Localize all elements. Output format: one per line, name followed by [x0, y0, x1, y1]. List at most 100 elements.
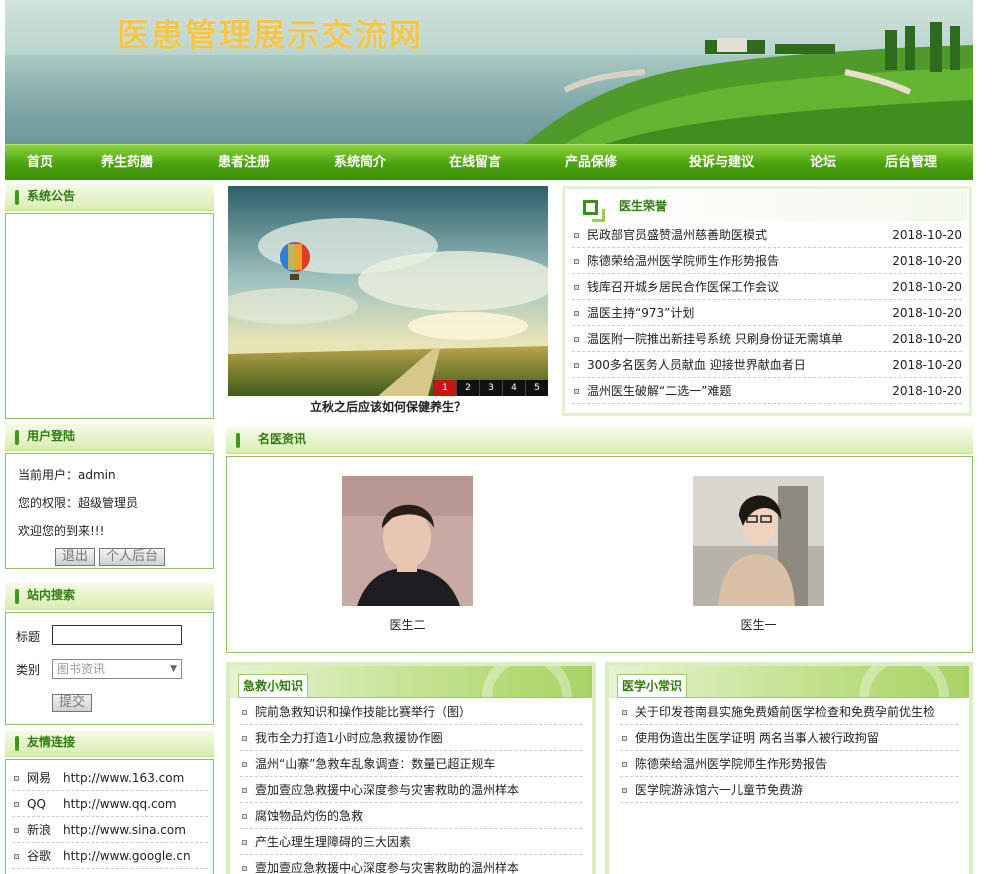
search-submit-button[interactable]: 提交: [52, 694, 92, 712]
bullet-icon: [574, 363, 579, 368]
bullet-icon: [574, 311, 579, 316]
bullet-icon: [242, 788, 247, 793]
medknow-tab[interactable]: 医学小常识: [617, 674, 688, 698]
header-bar-icon: [15, 736, 19, 751]
slider-page-4[interactable]: 4: [502, 380, 525, 396]
bullet-icon: [622, 762, 627, 767]
nav-item-message[interactable]: 在线留言: [449, 145, 501, 181]
nav-item-diet[interactable]: 养生药膳: [101, 145, 153, 181]
site-title: 医患管理展示交流网: [117, 16, 424, 54]
header-bar-icon: [15, 589, 19, 604]
search-category-select[interactable]: 图书资讯 ▼: [52, 659, 182, 679]
honor-item[interactable]: 钱库召开城乡居民合作医保工作会议 2018-10-20: [572, 274, 962, 300]
bullet-icon: [622, 788, 627, 793]
bullet-icon: [242, 710, 247, 715]
logout-button[interactable]: 退出: [55, 548, 95, 566]
slider-page-1[interactable]: 1: [433, 380, 456, 396]
nav-item-register[interactable]: 患者注册: [218, 145, 270, 181]
user-role: 您的权限：超级管理员: [18, 496, 139, 510]
bullet-icon: [242, 840, 247, 845]
doctor-name[interactable]: 医生二: [342, 616, 473, 633]
firstaid-item[interactable]: 院前急救知识和操作技能比赛举行（图）: [240, 699, 582, 725]
firstaid-item[interactable]: 产生心理生理障碍的三大因素: [240, 829, 582, 855]
honor-item[interactable]: 温州医生破解“二选一”难题 2018-10-20: [572, 378, 962, 404]
medknow-item[interactable]: 医学院游泳馆六一儿童节免费游: [620, 777, 958, 803]
doctor-2-portrait: [342, 476, 473, 606]
medknow-item[interactable]: 使用伪造出生医学证明 两名当事人被行政拘留: [620, 725, 958, 751]
header-bar-icon: [15, 190, 19, 205]
slider-page-3[interactable]: 3: [479, 380, 502, 396]
bullet-icon: [242, 762, 247, 767]
slide-caption[interactable]: 立秋之后应该如何保健养生？: [228, 398, 548, 415]
header-divider: [238, 697, 584, 698]
nav-item-forum[interactable]: 论坛: [810, 145, 836, 181]
bullet-icon: [574, 259, 579, 264]
doctor-name[interactable]: 医生一: [693, 616, 824, 633]
header-bar-icon: [15, 430, 19, 445]
doctors-box: [226, 456, 973, 653]
slider-page-2[interactable]: 2: [456, 380, 479, 396]
bullet-icon: [574, 389, 579, 394]
honor-item[interactable]: 民政部官员盛赞温州慈善助医模式 2018-10-20: [572, 222, 962, 248]
link-item[interactable]: QQ http://www.qq.com: [12, 791, 208, 817]
search-category-label: 类别: [16, 663, 41, 677]
honor-title: 医生荣誉: [619, 199, 668, 213]
nav-item-admin[interactable]: 后台管理: [885, 145, 937, 181]
search-title: 站内搜索: [27, 588, 76, 602]
current-user: 当前用户：admin: [18, 468, 116, 482]
honor-item[interactable]: 陈德荣给温州医学院师生作形势报告 2018-10-20: [572, 248, 962, 274]
nav-item-warranty[interactable]: 产品保修: [565, 145, 617, 181]
firstaid-header: 急救小知识: [230, 666, 592, 698]
dropdown-arrow-icon: ▼: [170, 664, 177, 674]
honor-check-icon: [583, 200, 605, 222]
bullet-icon: [622, 710, 627, 715]
news-slider[interactable]: 1 2 3 4 5: [228, 186, 548, 396]
firstaid-item[interactable]: 壹加壹应急救援中心深度参与灾害救助的温州样本: [240, 777, 582, 803]
bullet-icon: [242, 736, 247, 741]
link-item[interactable]: 网易 http://www.163.com: [12, 765, 208, 791]
honor-item[interactable]: 温医主持“973”计划 2018-10-20: [572, 300, 962, 326]
bullet-icon: [14, 854, 19, 859]
firstaid-item[interactable]: 我市全力打造1小时应急救援协作圈: [240, 725, 582, 751]
doctor-photo[interactable]: [693, 476, 824, 606]
search-title-input[interactable]: [52, 625, 182, 645]
firstaid-item[interactable]: 壹加壹应急救援中心深度参与灾害救助的温州样本: [240, 855, 582, 874]
site-banner: 医患管理展示交流网: [5, 0, 973, 144]
honor-header: 医生荣誉: [567, 191, 967, 222]
links-header: 友情连接: [5, 730, 214, 757]
notice-header: 系统公告: [5, 184, 214, 211]
nav-item-intro[interactable]: 系统简介: [334, 145, 386, 181]
category-selected-value: 图书资讯: [57, 662, 106, 676]
firstaid-item[interactable]: 腐蚀物品灼伤的急救: [240, 803, 582, 829]
header-decoration: [482, 666, 572, 698]
nav-item-complaint[interactable]: 投诉与建议: [689, 145, 754, 181]
search-header: 站内搜索: [5, 583, 214, 610]
link-item[interactable]: 谷歌 http://www.google.cn: [12, 843, 208, 869]
doctor-1-portrait: [693, 476, 824, 606]
bullet-icon: [574, 285, 579, 290]
medknow-header: 医学小常识: [609, 666, 969, 698]
doctors-header: 名医资讯: [226, 427, 973, 454]
notice-title: 系统公告: [27, 189, 76, 203]
main-nav: 首页 养生药膳 患者注册 系统简介 在线留言 产品保修 投诉与建议 论坛 后台管…: [5, 144, 973, 180]
doctors-title: 名医资讯: [258, 432, 307, 446]
personal-admin-button[interactable]: 个人后台: [99, 548, 165, 566]
bullet-icon: [574, 233, 579, 238]
slider-page-5[interactable]: 5: [525, 380, 548, 396]
doctor-photo[interactable]: [342, 476, 473, 606]
medknow-item[interactable]: 陈德荣给温州医学院师生作形势报告: [620, 751, 958, 777]
honor-item[interactable]: 300多名医务人员献血 迎接世界献血者日 2018-10-20: [572, 352, 962, 378]
firstaid-tab[interactable]: 急救小知识: [238, 674, 309, 698]
firstaid-item[interactable]: 温州“山寨”急救车乱象调查：数量已超正规车: [240, 751, 582, 777]
link-item[interactable]: 新浪 http://www.sina.com: [12, 817, 208, 843]
medknow-item[interactable]: 关于印发苍南县实施免费婚前医学检查和免费孕前优生检: [620, 699, 958, 725]
header-bar-icon: [236, 433, 240, 448]
nav-item-home[interactable]: 首页: [27, 145, 53, 181]
header-decoration: [859, 666, 949, 698]
links-title: 友情连接: [27, 735, 76, 749]
honor-item[interactable]: 温医附一院推出新挂号系统 只刷身份证无需填单 2018-10-20: [572, 326, 962, 352]
login-header: 用户登陆: [5, 424, 214, 451]
bullet-icon: [14, 776, 19, 781]
login-title: 用户登陆: [27, 429, 76, 443]
slide-image: [228, 186, 548, 396]
